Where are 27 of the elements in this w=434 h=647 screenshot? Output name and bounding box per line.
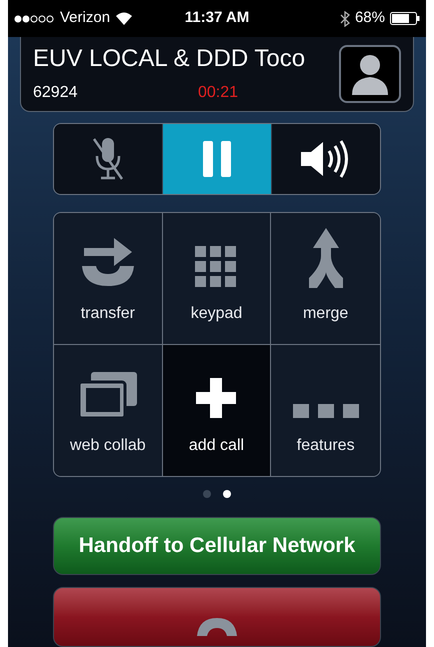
features-button[interactable]: features: [271, 344, 380, 476]
call-timer: 00:21: [198, 85, 238, 101]
merging-arrow-icon: [306, 228, 345, 288]
caller-number: 62924: [33, 85, 78, 101]
person-silhouette-icon: [350, 53, 390, 95]
battery-percent: 68%: [354, 8, 385, 28]
web-collab-button[interactable]: web collab: [54, 344, 163, 476]
signal-dots-icon: [14, 14, 54, 22]
plus-icon: [194, 376, 238, 420]
bluetooth-icon: [340, 10, 350, 26]
three-squares-icon: [292, 402, 359, 420]
wifi-icon: [116, 12, 132, 25]
end-call-button[interactable]: [53, 587, 381, 647]
transfer-button[interactable]: transfer: [54, 213, 163, 344]
mute-toggle[interactable]: [54, 124, 162, 194]
speaker-toggle[interactable]: [271, 124, 380, 194]
carrier-name: Verizon: [60, 8, 110, 28]
merge-button[interactable]: merge: [271, 213, 380, 344]
hang-up-phone-icon: [195, 616, 239, 636]
battery-icon: [390, 12, 420, 25]
hold-toggle[interactable]: [162, 124, 271, 194]
add-call-button[interactable]: add call: [162, 344, 272, 476]
caller-name: EUV LOCAL & DDD Toco: [33, 47, 306, 71]
handoff-button[interactable]: Handoff to Cellular Network: [53, 517, 381, 575]
keypad-icon: [195, 246, 238, 288]
keypad-button[interactable]: keypad: [162, 213, 272, 344]
status-time: 11:37 AM: [184, 8, 250, 28]
